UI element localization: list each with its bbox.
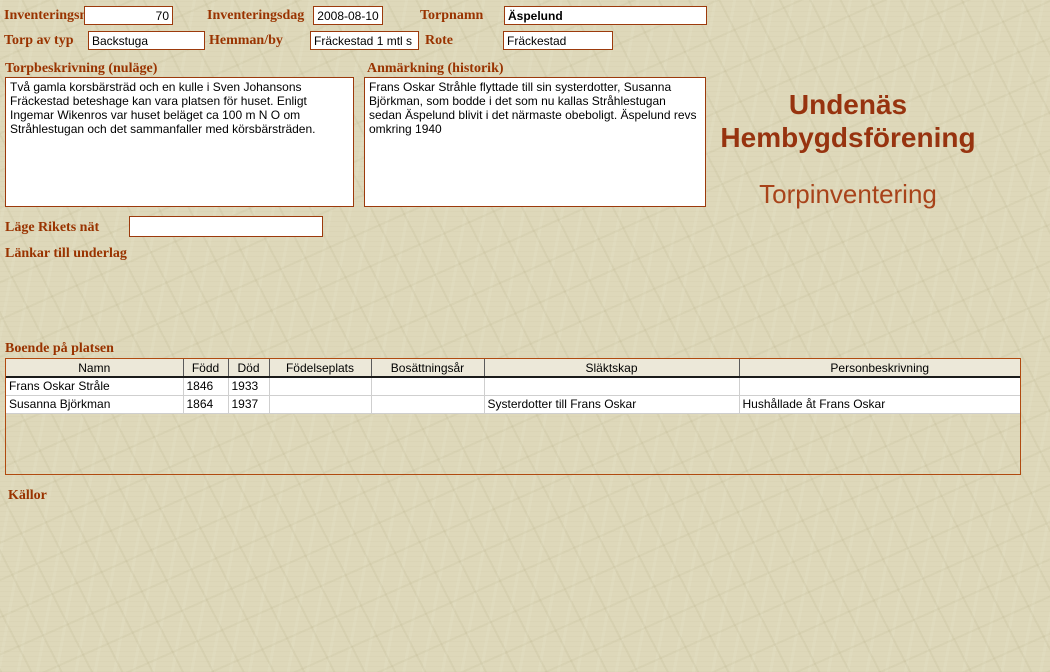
cell-slaktskap[interactable]	[484, 377, 739, 395]
col-header-fodelseplats: Födelseplats	[269, 359, 371, 377]
col-header-fodd: Född	[183, 359, 228, 377]
cell-dod[interactable]: 1933	[228, 377, 269, 395]
table-row: Frans Oskar Stråle 1846 1933	[6, 377, 1020, 395]
cell-namn[interactable]: Frans Oskar Stråle	[6, 377, 183, 395]
title-block: Undenäs Hembygdsförening Torpinventering	[700, 88, 996, 210]
lankar-till-underlag-label: Länkar till underlag	[5, 246, 127, 262]
cell-fodelseplats[interactable]	[269, 395, 371, 413]
org-title: Undenäs Hembygdsförening	[700, 88, 996, 154]
inventeringsnr-input[interactable]	[84, 6, 173, 25]
cell-personbeskrivning[interactable]: Hushållade åt Frans Oskar	[739, 395, 1020, 413]
torp-av-typ-label: Torp av typ	[4, 33, 74, 49]
cell-fodd[interactable]: 1846	[183, 377, 228, 395]
cell-slaktskap[interactable]: Systerdotter till Frans Oskar	[484, 395, 739, 413]
rote-input[interactable]	[503, 31, 613, 50]
cell-dod[interactable]: 1937	[228, 395, 269, 413]
col-header-personbeskrivning: Personbeskrivning	[739, 359, 1020, 377]
lage-rikets-nat-input[interactable]	[129, 216, 323, 237]
rote-label: Rote	[425, 33, 453, 49]
hemman-by-label: Hemman/by	[209, 33, 283, 49]
cell-fodd[interactable]: 1864	[183, 395, 228, 413]
torpnamn-input[interactable]	[504, 6, 707, 25]
residents-table-container: Namn Född Död Födelseplats Bosättningsår…	[5, 358, 1021, 475]
torp-av-typ-input[interactable]	[88, 31, 205, 50]
lage-rikets-nat-label: Läge Rikets nät	[5, 220, 99, 236]
inventeringsnr-label: Inventeringsnr	[4, 8, 93, 24]
cell-bosattningsar[interactable]	[371, 395, 484, 413]
cell-fodelseplats[interactable]	[269, 377, 371, 395]
col-header-namn: Namn	[6, 359, 183, 377]
anmarkning-label: Anmärkning (historik)	[367, 61, 504, 77]
residents-table: Namn Född Död Födelseplats Bosättningsår…	[6, 359, 1020, 414]
boende-pa-platsen-label: Boende på platsen	[5, 341, 114, 357]
torpbeskrivning-textarea[interactable]: Två gamla korsbärsträd och en kulle i Sv…	[5, 77, 354, 207]
inventeringsdag-input[interactable]	[313, 6, 383, 25]
cell-personbeskrivning[interactable]	[739, 377, 1020, 395]
cell-bosattningsar[interactable]	[371, 377, 484, 395]
col-header-slaktskap: Släktskap	[484, 359, 739, 377]
torpbeskrivning-label: Torpbeskrivning (nuläge)	[5, 61, 157, 77]
hemman-by-input[interactable]	[310, 31, 419, 50]
residents-header-row: Namn Född Död Födelseplats Bosättningsår…	[6, 359, 1020, 377]
inventeringsdag-label: Inventeringsdag	[207, 8, 304, 24]
cell-namn[interactable]: Susanna Björkman	[6, 395, 183, 413]
table-row: Susanna Björkman 1864 1937 Systerdotter …	[6, 395, 1020, 413]
col-header-dod: Död	[228, 359, 269, 377]
col-header-bosattningsar: Bosättningsår	[371, 359, 484, 377]
app-subtitle: Torpinventering	[700, 179, 996, 210]
torpnamn-label: Torpnamn	[420, 8, 483, 24]
kallor-label: Källor	[8, 488, 47, 504]
anmarkning-textarea[interactable]: Frans Oskar Stråhle flyttade till sin sy…	[364, 77, 706, 207]
